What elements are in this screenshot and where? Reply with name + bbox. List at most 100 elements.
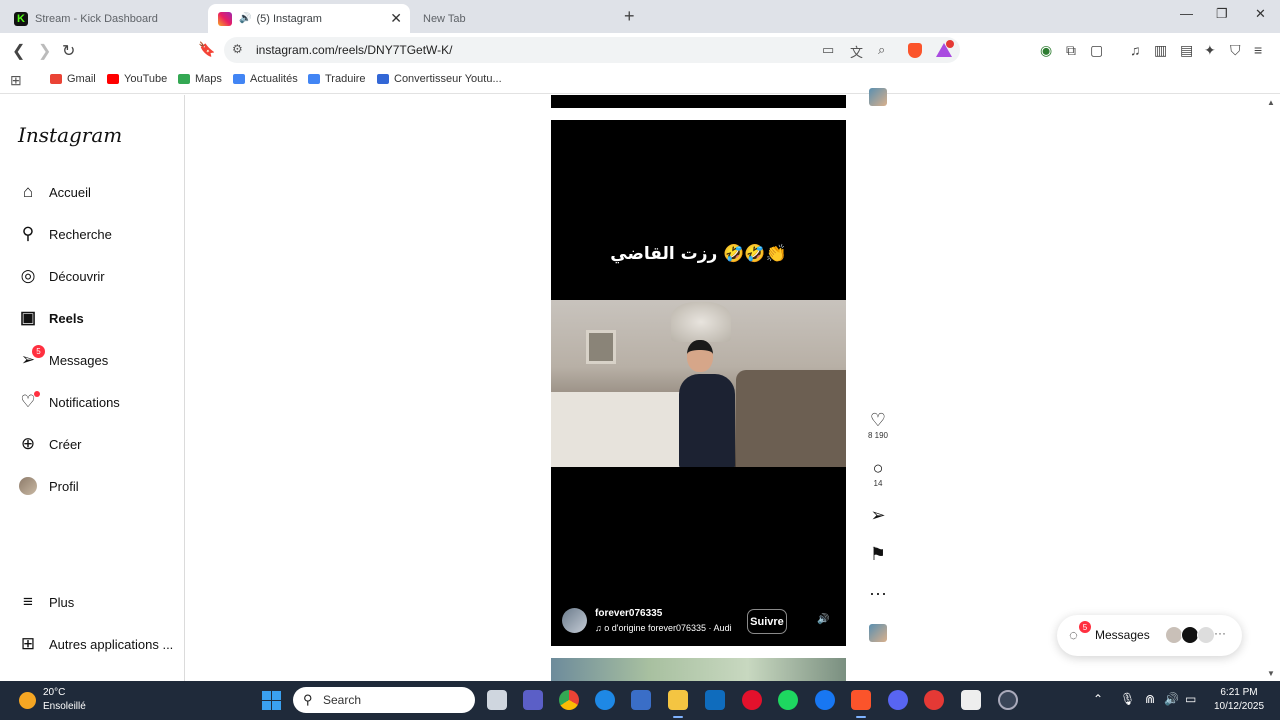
bookmark-gmail[interactable]: Gmail (50, 73, 96, 85)
minimize-button[interactable]: — (1180, 6, 1193, 21)
nav-reels[interactable]: ▣ Reels (18, 306, 84, 330)
scroll-up-arrow[interactable]: ▲ (1267, 98, 1275, 107)
weather-temp[interactable]: 20°C (43, 687, 65, 698)
reload-button[interactable]: ↻ (62, 41, 75, 61)
compass-icon: ◎ (20, 266, 36, 285)
previous-audio-thumbnail[interactable] (869, 88, 887, 106)
apps-grid-icon[interactable]: ⊞ (10, 72, 22, 89)
nav-recherche[interactable]: ⚲ Recherche (18, 222, 112, 246)
reel-username[interactable]: forever076335 (595, 608, 662, 619)
reel-audio[interactable]: ♫ o d'origine forever076335 · Audi (595, 623, 745, 633)
chrome-icon[interactable] (559, 690, 579, 710)
volume-icon[interactable]: 🔊 (817, 614, 829, 625)
reels-icon: ▣ (19, 308, 37, 327)
edge-icon[interactable] (595, 690, 615, 710)
media-player-icon[interactable] (924, 690, 944, 710)
bookmark-actualites[interactable]: Actualités (233, 73, 298, 85)
bookmark-youtube[interactable]: YouTube (107, 73, 167, 85)
nav-label: Messages (49, 352, 109, 368)
messages-pill[interactable]: ◌ 5 Messages ··· (1057, 615, 1242, 656)
spotify-icon[interactable] (778, 690, 798, 710)
nav-notifications[interactable]: ♡ Notifications (18, 390, 120, 414)
teams-icon[interactable] (523, 690, 543, 710)
nav-profil[interactable]: Profil (18, 474, 79, 498)
reel-video[interactable]: رزت القاضي 🤣🤣👏 forever076335 ♫ o d'origi… (551, 120, 846, 646)
bookmark-label: Convertisseur Youtu... (394, 73, 502, 85)
taskbar-clock[interactable]: 6:21 PM 10/12/2025 (1208, 686, 1270, 714)
tray-chevron-icon[interactable]: ⌃ (1093, 692, 1103, 706)
sidebar-icon[interactable]: ▥ (1154, 42, 1167, 59)
cast-icon[interactable]: ▭ (822, 42, 834, 58)
instagram-logo[interactable]: Instagram (18, 123, 122, 147)
forward-button[interactable]: ❯ (38, 41, 51, 61)
avatar[interactable] (562, 608, 587, 633)
music-icon[interactable]: ♫ (1130, 42, 1141, 58)
bookmark-convertisseur[interactable]: Convertisseur Youtu... (377, 73, 502, 85)
save-button[interactable]: ⚑ (866, 544, 890, 564)
previous-reel[interactable] (551, 95, 846, 108)
nav-accueil[interactable]: ⌂ Accueil (18, 180, 91, 204)
close-tab-icon[interactable]: ✕ (390, 10, 402, 27)
close-window-button[interactable]: ✕ (1255, 6, 1266, 22)
weather-desc[interactable]: Ensoleillé (43, 701, 86, 712)
audio-thumbnail[interactable] (869, 624, 887, 642)
tab-kick[interactable]: K Stream - Kick Dashboard (10, 4, 208, 33)
volume-icon[interactable]: 🔊 (1164, 692, 1179, 706)
nav-label: Recherche (49, 226, 112, 242)
leo-ai-icon[interactable]: ✦ (1204, 42, 1216, 59)
tab-new[interactable]: New Tab (412, 4, 612, 33)
weather-sun-icon[interactable] (19, 692, 36, 709)
nav-plus[interactable]: ≡ Plus (18, 590, 74, 614)
facebook-icon[interactable] (815, 690, 835, 710)
site-settings-icon[interactable]: ⚙ (232, 42, 243, 56)
nav-creer[interactable]: ⊕ Créer (18, 432, 82, 456)
task-view-icon[interactable] (487, 690, 507, 710)
comment-button[interactable]: ○ 14 (866, 458, 890, 488)
brave-icon[interactable] (851, 690, 871, 710)
like-button[interactable]: ♡ 8 190 (866, 410, 890, 440)
maximize-button[interactable]: ❐ (1216, 6, 1228, 22)
nav-other-apps[interactable]: ⊞ Autres applications ... (18, 632, 173, 656)
discord-icon[interactable] (888, 690, 908, 710)
next-reel[interactable] (551, 658, 846, 681)
translate-icon[interactable]: 文 (850, 42, 863, 61)
taskbar-search[interactable]: ⚲ Search (293, 687, 475, 713)
tab-instagram[interactable]: 🔊 (5) Instagram ✕ (208, 4, 410, 33)
new-tab-button[interactable]: + (624, 6, 635, 27)
messages-pill-label: Messages (1095, 628, 1150, 642)
share-button[interactable]: ➢ (866, 505, 890, 525)
bookmark-label: Maps (195, 73, 222, 85)
wifi-icon[interactable]: ⋒ (1145, 692, 1155, 706)
store-icon[interactable] (631, 690, 651, 710)
brave-shields-icon[interactable] (908, 43, 922, 58)
vpn-icon[interactable]: ⛉ (1230, 42, 1241, 59)
windows-start-icon[interactable] (262, 691, 281, 710)
screenshot-icon[interactable]: ▢ (1090, 42, 1103, 59)
extension-globe-icon[interactable]: ◉ (1040, 42, 1052, 59)
notepad-icon[interactable] (961, 690, 981, 710)
address-bar[interactable]: ⚙ instagram.com/reels/DNY7TGetW-K/ ▭ 文 ⌕ (224, 37, 960, 63)
zoom-icon[interactable]: ⌕ (878, 42, 885, 58)
back-button[interactable]: ❮ (12, 41, 25, 61)
nav-messages[interactable]: ➢ 5 Messages (18, 345, 109, 372)
scroll-down-arrow[interactable]: ▼ (1267, 669, 1275, 678)
youtube-icon (107, 74, 119, 84)
messages-badge: 5 (32, 345, 45, 358)
bookmark-icon[interactable]: 🔖 (198, 41, 215, 58)
bookmark-maps[interactable]: Maps (178, 73, 222, 85)
more-options-button[interactable]: ··· (866, 583, 890, 603)
battery-icon[interactable]: ▭ (1185, 692, 1196, 706)
nav-decouvrir[interactable]: ◎ Découvrir (18, 264, 105, 288)
file-explorer-icon[interactable] (668, 690, 688, 710)
follow-button[interactable]: Suivre (747, 609, 787, 634)
bookmark-traduire[interactable]: Traduire (308, 73, 366, 85)
windows-taskbar: 20°C Ensoleillé ⚲ Search ⌃ 🎙 ⋒ 🔊 ▭ 6:21 … (0, 681, 1280, 720)
opera-icon[interactable] (742, 690, 762, 710)
speaker-icon[interactable]: 🔊 (239, 13, 251, 24)
microphone-icon[interactable]: 🎙 (1120, 692, 1135, 706)
menu-icon[interactable]: ≡ (1254, 42, 1262, 58)
extensions-icon[interactable]: ⧉ (1066, 42, 1076, 59)
obs-icon[interactable] (998, 690, 1018, 710)
wallet-icon[interactable]: ▤ (1180, 42, 1193, 59)
outlook-icon[interactable] (705, 690, 725, 710)
